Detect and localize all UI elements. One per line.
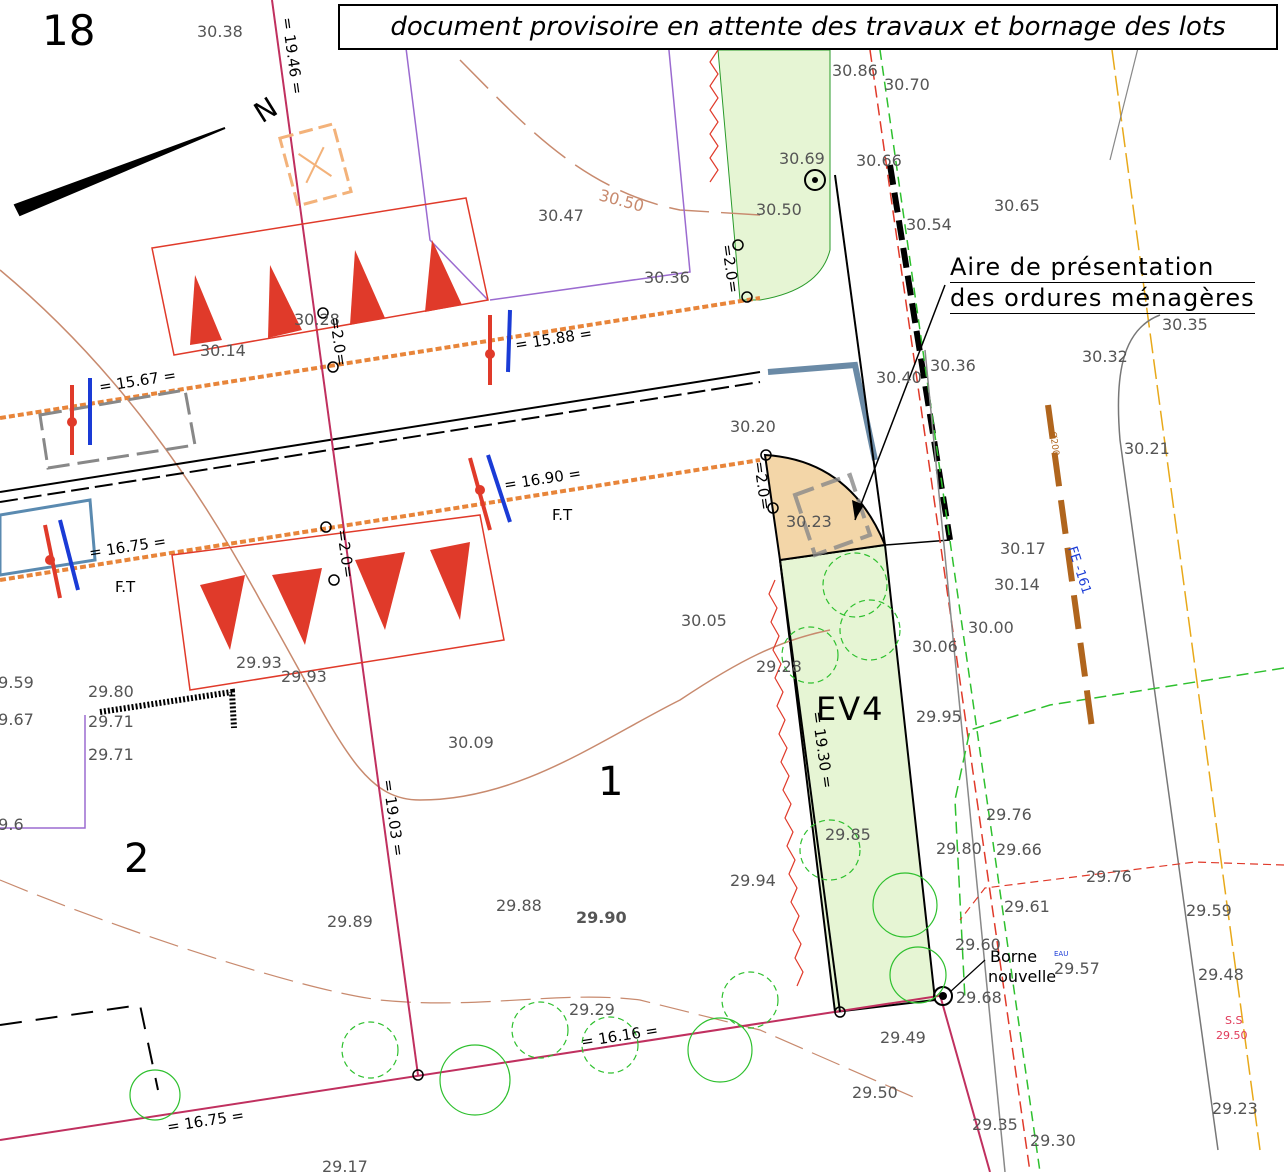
ss-label: S.S — [1225, 1014, 1242, 1027]
parcel-line-old — [0, 715, 86, 829]
north-arrow — [13, 127, 226, 217]
elevation: 30.38 — [197, 22, 243, 41]
om-callout: Aire de présentation des ordures ménagèr… — [950, 252, 1255, 314]
elevation: 30.86 — [832, 61, 878, 80]
elevation: 30.36 — [644, 268, 690, 287]
road-bay — [767, 361, 878, 461]
elevation: 29.88 — [496, 896, 542, 915]
elevation: 30.40 — [876, 368, 922, 387]
borne-label: nouvelle — [988, 967, 1056, 986]
elevation: 29.85 — [825, 825, 871, 844]
elevation: 30.21 — [1124, 439, 1170, 458]
elevation: 29.93 — [281, 667, 327, 686]
sheet-number: 18 — [42, 6, 96, 55]
elevation: 30.50 — [597, 186, 646, 216]
elevation: 29.28 — [756, 657, 802, 676]
elevation: 29.30 — [1030, 1131, 1076, 1150]
callout-line-2: des ordures ménagères — [950, 284, 1255, 314]
elevation: 30.65 — [994, 196, 1040, 215]
elevation: 30.00 — [968, 618, 1014, 637]
elevation: 29.66 — [996, 840, 1042, 859]
ordures-area — [763, 453, 887, 562]
elevation: 29.76 — [986, 805, 1032, 824]
gray-line — [924, 349, 1006, 1172]
elevation: 29.94 — [730, 871, 776, 890]
dimension: =2.0= — [333, 528, 358, 579]
elevation: 30.23 — [786, 512, 832, 531]
elevation: 29.59 — [1186, 901, 1232, 920]
dimension: = 19.46 = — [278, 16, 307, 95]
elevation: 29.76 — [1086, 867, 1132, 886]
elevation: 29.93 — [236, 653, 282, 672]
elevation: 29.89 — [327, 912, 373, 931]
ft-label: F.T — [115, 578, 136, 596]
parking-triangles — [190, 240, 470, 650]
elevation: 29.50 — [852, 1083, 898, 1102]
eau-label: EAU — [1054, 950, 1068, 958]
elevation: 30.69 — [779, 149, 825, 168]
elevation: 30.17 — [1000, 539, 1046, 558]
elevation: 30.14 — [200, 341, 246, 360]
dimension: = 15.88 = — [514, 324, 593, 354]
lot-2-label: 2 — [124, 836, 149, 882]
site-plan: N 30.38 30.47 30.50 30.36 30.14 30.28 30… — [0, 0, 1284, 1172]
elevation: 29.67 — [0, 710, 34, 729]
elevation: 29.35 — [972, 1115, 1018, 1134]
elevation: 29.17 — [322, 1157, 368, 1172]
elevation: 29.90 — [576, 908, 627, 927]
elevation: 30.20 — [730, 417, 776, 436]
elevation: 30.36 — [930, 356, 976, 375]
elevation: 30.54 — [906, 215, 952, 234]
ft-label: F.T — [552, 506, 573, 524]
elevation: 30.32 — [1082, 347, 1128, 366]
elevation-labels: 30.38 30.47 30.50 30.36 30.14 30.28 30.8… — [0, 22, 1258, 1172]
elevation: 29.50 — [1216, 1029, 1248, 1042]
north-label: N — [248, 91, 283, 130]
ev4-label: EV4 — [816, 690, 884, 728]
contour-line-3 — [0, 879, 921, 1101]
dimension: =2.0= — [326, 316, 351, 367]
elevation: 30.05 — [681, 611, 727, 630]
lot-line — [939, 994, 991, 1172]
parcel-line-old — [489, 39, 691, 301]
elevation: 29.68 — [956, 988, 1002, 1007]
elevation: 29.71 — [88, 745, 134, 764]
elevation: 30.50 — [756, 200, 802, 219]
green-space-ev4 — [778, 543, 937, 1014]
elevation: 29.71 — [88, 712, 134, 731]
elevation: 29.95 — [916, 707, 962, 726]
elevation: 30.14 — [994, 575, 1040, 594]
orange-dash-line — [1111, 49, 1261, 1151]
elevation: 30.47 — [538, 206, 584, 225]
elevation: 29.49 — [880, 1028, 926, 1047]
elevation: 30.66 — [856, 151, 902, 170]
road-edge — [0, 381, 761, 503]
provisional-note-box: document provisoire en attente des trava… — [338, 4, 1278, 50]
elevation: 29.59 — [0, 673, 34, 692]
dimension: = 16.16 = — [580, 1021, 659, 1051]
callout-line-1: Aire de présentation — [950, 252, 1255, 283]
tree-existing — [278, 122, 353, 208]
elevation: 30.70 — [884, 75, 930, 94]
dimension: = 16.75 = — [166, 1106, 245, 1136]
elevation: 29.80 — [936, 839, 982, 858]
elevation: 30.09 — [448, 733, 494, 752]
elevation: 29.29 — [569, 1000, 615, 1019]
elevation: 30.06 — [912, 637, 958, 656]
parcel-line-old — [404, 39, 489, 301]
pipe-label: Ø200 — [1047, 431, 1061, 457]
borne-label: Borne — [990, 947, 1037, 966]
elevation: 29.61 — [1004, 897, 1050, 916]
elevation: 29.6 — [0, 815, 24, 834]
elevation: 29.80 — [88, 682, 134, 701]
fence-dashed — [0, 1003, 159, 1091]
lot-1-label: 1 — [598, 759, 623, 805]
provisional-note: document provisoire en attente des trava… — [390, 12, 1226, 42]
elevation: 29.48 — [1198, 965, 1244, 984]
hedge-edge — [709, 49, 719, 183]
elevation: 29.23 — [1212, 1099, 1258, 1118]
elevation: 29.57 — [1054, 959, 1100, 978]
elevation: 30.35 — [1162, 315, 1208, 334]
